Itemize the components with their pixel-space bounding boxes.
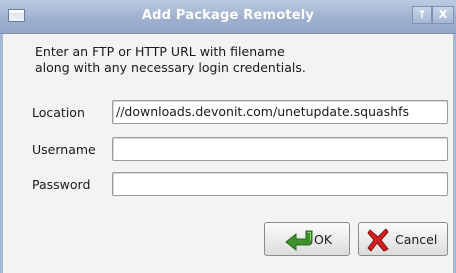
cancel-label: Cancel — [395, 232, 438, 247]
instructions-line-2: along with any necessary login credentia… — [35, 60, 306, 75]
password-label: Password — [32, 177, 91, 192]
up-arrow-icon: ↑ — [417, 8, 427, 21]
username-label: Username — [32, 142, 96, 157]
cancel-button[interactable]: Cancel — [358, 222, 448, 256]
dialog-title: Add Package Remotely — [141, 8, 315, 23]
location-label: Location — [32, 105, 85, 120]
location-input[interactable]: //downloads.devonit.com/unetupdate.squas… — [112, 100, 448, 124]
close-button[interactable]: X — [432, 6, 454, 24]
close-icon: X — [438, 8, 448, 21]
red-x-icon — [367, 228, 389, 255]
add-package-dialog: Add Package Remotely ↑ X Enter an FTP or… — [0, 0, 456, 273]
username-input[interactable] — [112, 137, 448, 161]
instructions-line-1: Enter an FTP or HTTP URL with filename — [35, 44, 285, 59]
ok-label: OK — [314, 232, 333, 247]
password-input[interactable] — [112, 172, 448, 196]
ok-button[interactable]: OK — [264, 222, 350, 256]
green-arrow-icon — [285, 229, 315, 254]
maximize-button[interactable]: ↑ — [412, 6, 432, 24]
instructions-text: Enter an FTP or HTTP URL with filename a… — [35, 44, 306, 76]
title-bar[interactable]: Add Package Remotely ↑ X — [0, 0, 456, 34]
